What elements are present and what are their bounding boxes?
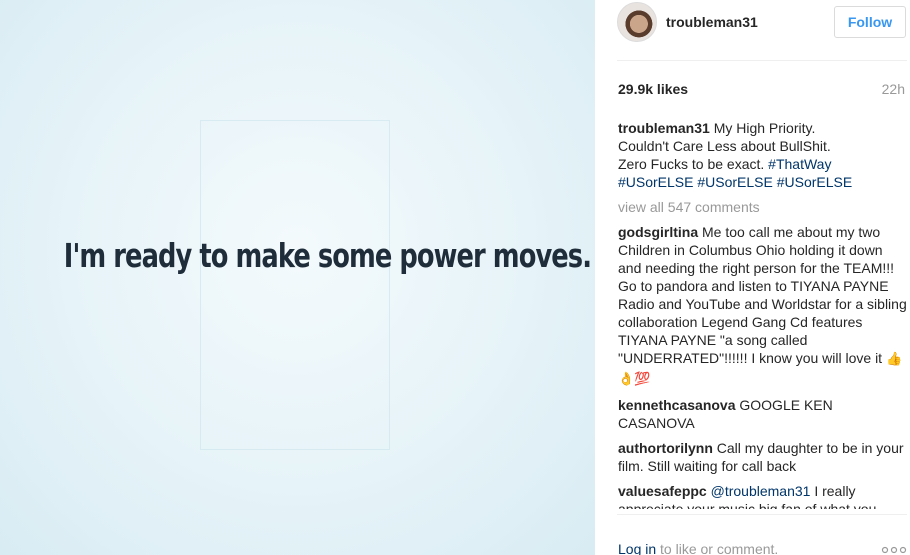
mention-link[interactable]: @troubleman31 xyxy=(711,483,811,499)
comment-item: kennethcasanova GOOGLE KEN CASANOVA xyxy=(618,396,908,432)
media-background-frame xyxy=(200,120,390,450)
comment-username[interactable]: valuesafeppc xyxy=(618,483,707,499)
header-divider xyxy=(617,60,907,61)
media-quote-text: I'm ready to make some power moves. xyxy=(63,236,592,275)
header-username[interactable]: troubleman31 xyxy=(666,14,758,30)
caption: troubleman31 My High Priority. Couldn't … xyxy=(618,119,908,191)
login-prompt: Log in to like or comment. xyxy=(618,541,778,555)
comment-item: authortorilynn Call my daughter to be in… xyxy=(618,439,908,475)
caption-line-2: Couldn't Care Less about BullShit. xyxy=(618,138,831,154)
caption-line-1: My High Priority. xyxy=(709,120,816,136)
comment-username[interactable]: kennethcasanova xyxy=(618,397,736,413)
avatar[interactable] xyxy=(617,2,657,42)
post-time[interactable]: 22h xyxy=(882,81,905,97)
comment-text: Me too call me about my two Children in … xyxy=(618,224,907,366)
follow-button[interactable]: Follow xyxy=(834,6,906,38)
login-suffix: to like or comment. xyxy=(656,541,779,555)
more-options-icon[interactable] xyxy=(881,546,907,554)
post-media[interactable]: I'm ready to make some power moves. xyxy=(0,0,595,555)
comment-username[interactable]: authortorilynn xyxy=(618,440,713,456)
comment-item: valuesafeppc @troubleman31 I really appr… xyxy=(618,482,908,509)
login-link[interactable]: Log in xyxy=(618,541,656,555)
hashtag-link[interactable]: #ThatWay xyxy=(768,156,831,172)
post-header: troubleman31 Follow xyxy=(617,2,907,42)
comment-username[interactable]: godsgirltina xyxy=(618,224,698,240)
post-side-panel: troubleman31 Follow 29.9k likes 22h trou… xyxy=(595,0,910,555)
view-all-comments-link[interactable]: view all 547 comments xyxy=(618,198,908,216)
comment-item: godsgirltina Me too call me about my two… xyxy=(618,223,908,389)
hashtag-link[interactable]: #USorELSE xyxy=(618,174,693,190)
hashtag-link[interactable]: #USorELSE xyxy=(697,174,772,190)
hashtag-link[interactable]: #USorELSE xyxy=(777,174,852,190)
likes-count[interactable]: 29.9k likes xyxy=(618,81,688,97)
comments-list[interactable]: troubleman31 My High Priority. Couldn't … xyxy=(618,119,908,509)
caption-username[interactable]: troubleman31 xyxy=(618,120,710,136)
caption-line-3: Zero Fucks to be exact. xyxy=(618,156,769,172)
post-footer: Log in to like or comment. xyxy=(617,514,907,555)
